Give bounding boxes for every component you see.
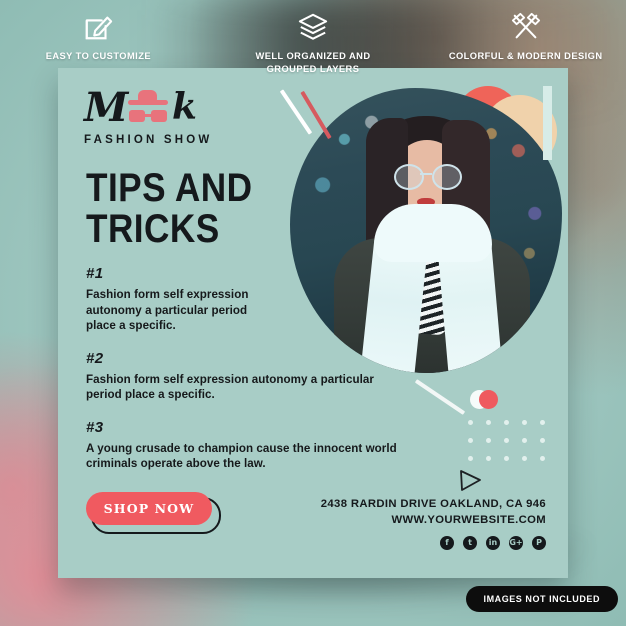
contact-block: 2438 RARDIN DRIVE OAKLAND, CA 946 WWW.YO… xyxy=(321,496,546,550)
headline-line-1: TIPS AND xyxy=(86,166,253,210)
status-badge: IMAGES NOT INCLUDED xyxy=(465,586,618,612)
brand-letter-k: k xyxy=(172,86,197,128)
brand-logo-mark: M k xyxy=(84,84,204,132)
address-text: 2438 RARDIN DRIVE OAKLAND, CA 946 xyxy=(320,498,546,510)
dot-grid-decoration xyxy=(468,420,558,474)
brand-letter-m: M xyxy=(84,84,128,131)
google-plus-icon[interactable]: G+ xyxy=(509,536,523,550)
vertical-bar-decoration xyxy=(543,86,552,160)
poster-mockup: EASY TO CUSTOMIZE WELL ORGANIZED AND GRO… xyxy=(0,0,626,626)
pencil-ruler-icon xyxy=(511,12,540,39)
linkedin-icon[interactable]: in xyxy=(486,536,500,550)
sunglasses-icon xyxy=(129,110,167,123)
feature-strip: EASY TO CUSTOMIZE WELL ORGANIZED AND GRO… xyxy=(0,12,626,76)
facebook-icon[interactable]: f xyxy=(440,536,454,550)
brand-logo: M k FASHION SHOW xyxy=(84,84,213,146)
twitter-icon[interactable]: t xyxy=(463,536,477,550)
feature-label: WELL ORGANIZED AND GROUPED LAYERS xyxy=(255,51,371,74)
poster-card: M k FASHION SHOW TIPS AND TRICKS #1 Fash… xyxy=(58,68,568,578)
white-diagonal-line-middle xyxy=(414,379,466,415)
tip-text: Fashion form self expression autonomy a … xyxy=(86,372,374,402)
feature-item-easy-to-customize: EASY TO CUSTOMIZE xyxy=(0,12,203,76)
feature-label: EASY TO CUSTOMIZE xyxy=(45,51,151,61)
social-links: f t in G+ P xyxy=(321,536,546,550)
feature-label: COLORFUL & MODERN DESIGN xyxy=(448,51,603,61)
figure-fur-collar xyxy=(374,204,492,262)
feature-item-colorful-modern: COLORFUL & MODERN DESIGN xyxy=(421,12,626,76)
figure-glasses xyxy=(394,164,462,190)
tip-item: #1 Fashion form self expression autonomy… xyxy=(86,265,416,334)
tip-item: #3 A young crusade to champion cause the… xyxy=(86,419,416,472)
tip-text: A young crusade to champion cause the in… xyxy=(86,441,397,471)
shop-now-button[interactable]: SHOP NOW xyxy=(86,492,212,525)
brand-tagline: FASHION SHOW xyxy=(84,134,213,146)
fedora-hat-icon xyxy=(128,90,168,108)
page-title: TIPS AND TRICKS xyxy=(86,168,252,250)
website-link[interactable]: WWW.YOURWEBSITE.COM xyxy=(321,512,546,528)
tip-number: #2 xyxy=(86,349,104,367)
tip-item: #2 Fashion form self expression autonomy… xyxy=(86,350,416,403)
tip-number: #1 xyxy=(86,265,104,282)
shop-now-button-group: SHOP NOW xyxy=(86,492,221,534)
headline-line-2: TRICKS xyxy=(86,207,220,251)
feature-item-well-organized: WELL ORGANIZED AND GROUPED LAYERS xyxy=(209,12,418,76)
layers-icon xyxy=(298,13,328,40)
tip-number: #3 xyxy=(86,418,104,436)
tip-text: Fashion form self expression autonomy a … xyxy=(86,288,249,332)
tips-list: #1 Fashion form self expression autonomy… xyxy=(86,265,416,485)
pinterest-icon[interactable]: P xyxy=(532,536,546,550)
twin-circles-decoration xyxy=(470,390,506,410)
pencil-square-icon xyxy=(86,16,113,40)
